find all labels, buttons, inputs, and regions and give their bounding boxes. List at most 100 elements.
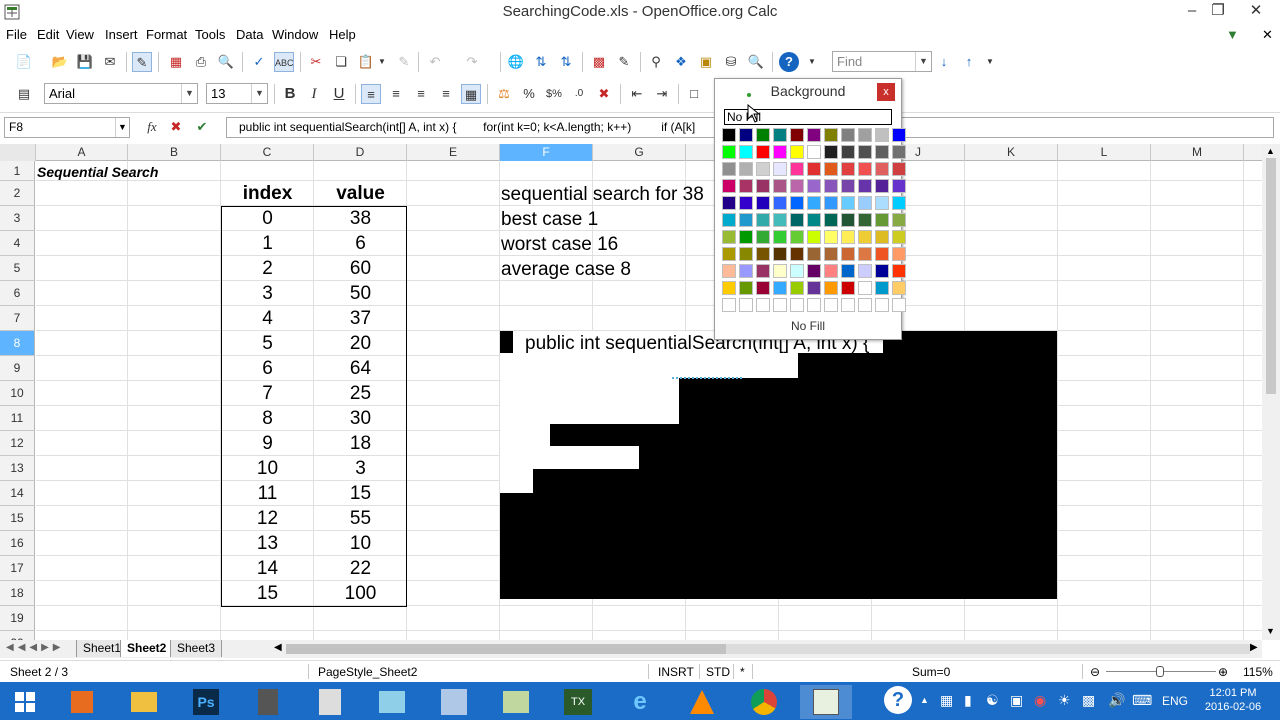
value-cell[interactable]: 15	[314, 481, 407, 506]
index-cell[interactable]: 1	[221, 231, 314, 256]
color-swatch[interactable]	[773, 179, 787, 193]
index-cell[interactable]: 15	[221, 581, 314, 606]
menu-edit[interactable]: Edit	[37, 27, 59, 42]
align-center-icon[interactable]: ≡	[386, 84, 406, 104]
color-swatch[interactable]	[739, 247, 753, 261]
row-header[interactable]: 18	[0, 581, 35, 606]
column-header[interactable]: K	[965, 144, 1058, 161]
value-cell[interactable]: 100	[314, 581, 407, 606]
tray-icon-4[interactable]: ▣	[1010, 692, 1023, 709]
tray-icon-3[interactable]: ☯	[986, 692, 999, 709]
zoom-level[interactable]: 115%	[1243, 665, 1273, 679]
index-cell[interactable]: 14	[221, 556, 314, 581]
color-swatch[interactable]	[824, 230, 838, 244]
palette-close-button[interactable]: x	[877, 83, 895, 101]
value-cell[interactable]: 10	[314, 531, 407, 556]
row-header[interactable]: 10	[0, 381, 35, 406]
spellcheck-icon[interactable]: ✓	[249, 52, 269, 72]
color-swatch[interactable]	[824, 162, 838, 176]
color-swatch[interactable]	[875, 230, 889, 244]
color-swatch[interactable]	[790, 230, 804, 244]
color-swatch[interactable]	[807, 213, 821, 227]
index-cell[interactable]: 8	[221, 406, 314, 431]
index-cell[interactable]: 3	[221, 281, 314, 306]
value-cell[interactable]: 37	[314, 306, 407, 331]
row-header-selected[interactable]: 8	[0, 331, 35, 356]
scroll-up-icon[interactable]: ▲	[1266, 146, 1275, 156]
email-icon[interactable]: ✉	[100, 52, 120, 72]
cell-f4[interactable]: worst case 16	[501, 232, 618, 257]
color-swatch[interactable]	[858, 196, 872, 210]
find-input[interactable]: Find ▼	[832, 51, 932, 72]
font-name-select[interactable]: Arial ▼	[44, 83, 198, 104]
color-swatch[interactable]	[841, 230, 855, 244]
taskbar-app8[interactable]	[490, 685, 542, 719]
italic-button[interactable]: I	[304, 84, 324, 104]
menu-view[interactable]: View	[66, 27, 94, 42]
zoom-in-icon[interactable]: ⊕	[1218, 665, 1228, 679]
color-swatch[interactable]	[722, 281, 736, 295]
row-header[interactable]: 2	[0, 181, 35, 206]
edit-file-icon[interactable]: ✎	[132, 52, 152, 72]
taskbar-photoshop[interactable]: Ps	[180, 685, 232, 719]
vertical-scroll-thumb[interactable]	[1266, 158, 1276, 394]
color-swatch[interactable]	[739, 179, 753, 193]
taskbar-texmaker[interactable]: TX	[552, 685, 604, 719]
zoom-icon[interactable]: 🔍	[746, 52, 766, 72]
color-swatch[interactable]	[875, 264, 889, 278]
column-header[interactable]: B	[128, 144, 221, 161]
color-swatch[interactable]	[892, 281, 906, 295]
scroll-right-icon[interactable]: ▶	[1250, 642, 1258, 653]
decrease-indent-icon[interactable]: ⇤	[627, 84, 647, 104]
chart-icon[interactable]: ▩	[589, 52, 609, 72]
color-swatch[interactable]	[841, 145, 855, 159]
color-swatch[interactable]	[858, 247, 872, 261]
color-swatch[interactable]	[892, 247, 906, 261]
color-swatch[interactable]	[790, 128, 804, 142]
row-header[interactable]: 17	[0, 556, 35, 581]
horizontal-scroll-thumb[interactable]	[286, 644, 726, 654]
bold-button[interactable]: B	[280, 84, 300, 104]
cell-f3[interactable]: best case 1	[501, 207, 598, 232]
menu-format[interactable]: Format	[146, 27, 187, 42]
value-cell[interactable]: 64	[314, 356, 407, 381]
color-swatch[interactable]	[773, 213, 787, 227]
row-header[interactable]: 16	[0, 531, 35, 556]
sheet-tab-active[interactable]: Sheet2	[120, 640, 174, 657]
color-swatch[interactable]	[875, 179, 889, 193]
zoom-out-icon[interactable]: ⊖	[1090, 665, 1100, 679]
row-header[interactable]: 14	[0, 481, 35, 506]
color-swatch[interactable]	[841, 196, 855, 210]
clone-formatting-icon[interactable]: ✎	[394, 52, 414, 72]
color-swatch[interactable]	[756, 128, 770, 142]
index-cell[interactable]: 7	[221, 381, 314, 406]
merge-cells-icon[interactable]: ▦	[461, 84, 481, 104]
color-swatch[interactable]	[722, 179, 736, 193]
column-header[interactable]: C	[221, 144, 314, 161]
color-swatch[interactable]	[773, 298, 787, 312]
autospellcheck-icon[interactable]: ABC	[274, 52, 294, 72]
align-right-icon[interactable]: ≡	[411, 84, 431, 104]
zoom-slider-handle[interactable]	[1156, 666, 1164, 677]
row-header[interactable]: 12	[0, 431, 35, 456]
index-cell[interactable]: 6	[221, 356, 314, 381]
color-swatch[interactable]	[875, 162, 889, 176]
row-header[interactable]: 6	[0, 281, 35, 306]
color-swatch[interactable]	[807, 179, 821, 193]
color-swatch[interactable]	[824, 264, 838, 278]
color-swatch[interactable]	[756, 196, 770, 210]
tray-expand-icon[interactable]: ▲	[920, 695, 929, 705]
cell-a1[interactable]: Sequential Search	[37, 164, 158, 180]
color-swatch[interactable]	[807, 128, 821, 142]
color-swatch[interactable]	[824, 247, 838, 261]
color-swatch[interactable]	[892, 128, 906, 142]
color-swatch[interactable]	[756, 247, 770, 261]
color-swatch[interactable]	[722, 128, 736, 142]
name-box[interactable]: F8 ▼	[4, 117, 130, 138]
vertical-scrollbar[interactable]: ▲ ▼	[1262, 144, 1280, 640]
color-swatch[interactable]	[858, 179, 872, 193]
volume-icon[interactable]: 🔊	[1108, 692, 1125, 709]
taskbar-app4[interactable]	[242, 685, 294, 719]
new-document-icon[interactable]: 📄	[14, 52, 34, 72]
find-toolbar-options-icon[interactable]: ▼	[984, 52, 996, 72]
